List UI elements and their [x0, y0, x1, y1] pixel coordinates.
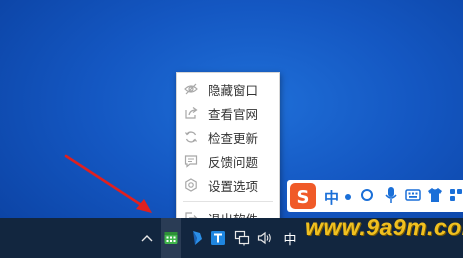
menu-item-settings[interactable]: 设置选项 — [177, 173, 279, 197]
menu-item-label: 检查更新 — [208, 130, 259, 146]
menu-item-feedback[interactable]: 反馈问题 — [177, 149, 279, 173]
taskbar-ime-indicator[interactable]: 中 — [281, 218, 299, 258]
menu-item-label: 查看官网 — [208, 106, 259, 122]
chevron-up-icon[interactable] — [138, 218, 156, 258]
chat-bubble-icon — [184, 154, 198, 168]
menu-separator — [183, 201, 273, 202]
gear-icon — [184, 178, 198, 192]
toolbox-grid-icon[interactable] — [449, 188, 463, 202]
ime-mode-indicator[interactable]: 中 — [324, 187, 339, 208]
sogou-logo-icon[interactable]: S — [289, 182, 317, 210]
sogou-ime-toolbar[interactable]: S 中 — [287, 180, 463, 212]
menu-item-label: 隐藏窗口 — [208, 82, 259, 98]
watermark: www.9a9m.com — [305, 214, 463, 240]
menu-item-hide-window[interactable]: 隐藏窗口 — [177, 77, 279, 101]
network-icon[interactable] — [233, 218, 251, 258]
menu-item-label: 设置选项 — [208, 178, 259, 194]
share-icon — [184, 106, 198, 120]
sogou-logo-letter: S — [297, 187, 310, 208]
text-t-icon[interactable] — [209, 218, 227, 258]
refresh-icon — [184, 130, 198, 144]
keyboard-icon[interactable] — [405, 188, 421, 202]
tray-context-menu: 隐藏窗口 查看官网 检查更新 反馈问题 设置选项 退出软件 — [176, 72, 280, 232]
volume-icon[interactable] — [256, 218, 274, 258]
menu-item-visit-website[interactable]: 查看官网 — [177, 101, 279, 125]
microphone-icon[interactable] — [385, 186, 397, 204]
menu-item-label: 反馈问题 — [208, 154, 259, 170]
emoji-icon[interactable] — [361, 189, 373, 201]
checkmark-shield-icon[interactable] — [188, 218, 206, 258]
skin-shirt-icon[interactable] — [427, 187, 443, 203]
eye-hidden-icon — [184, 82, 198, 96]
menu-item-check-update[interactable]: 检查更新 — [177, 125, 279, 149]
calendar-app-icon[interactable] — [161, 218, 181, 258]
punctuation-icon[interactable] — [345, 194, 351, 200]
